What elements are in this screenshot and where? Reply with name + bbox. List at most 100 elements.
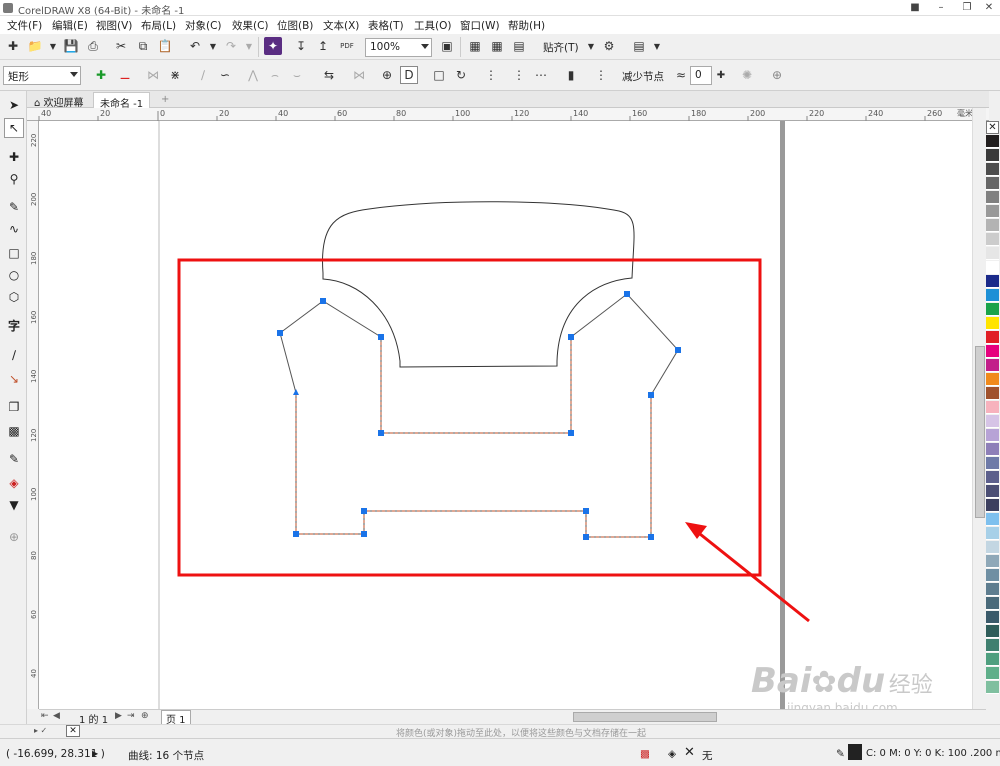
zoom-level-select[interactable]: 100% bbox=[365, 38, 432, 57]
menu-object[interactable]: 对象(C) bbox=[185, 18, 222, 33]
color-swatch[interactable] bbox=[986, 555, 999, 568]
menu-bitmaps[interactable]: 位图(B) bbox=[277, 18, 313, 33]
tab-welcome[interactable]: ⌂ 欢迎屏幕 bbox=[28, 92, 90, 109]
pick-tool-icon[interactable]: ➤ bbox=[4, 95, 24, 115]
color-swatch[interactable] bbox=[986, 219, 999, 232]
color-swatch[interactable] bbox=[986, 597, 999, 610]
vertical-scroll-thumb[interactable] bbox=[975, 346, 985, 518]
color-swatch[interactable] bbox=[986, 191, 999, 204]
color-swatch[interactable] bbox=[986, 513, 999, 526]
color-swatch[interactable] bbox=[986, 163, 999, 176]
align-nodes-icon[interactable]: ⋮ bbox=[482, 66, 500, 84]
reduce-nodes-button[interactable]: 减少节点 bbox=[622, 69, 664, 84]
break-curve-icon[interactable]: ⋇ bbox=[166, 66, 184, 84]
open-dropdown-icon[interactable]: ▼ bbox=[44, 37, 62, 55]
smart-fill-icon[interactable]: ▼ bbox=[4, 495, 24, 515]
color-swatch[interactable] bbox=[986, 485, 999, 498]
symmetrical-node-icon[interactable]: ⌣ bbox=[288, 66, 306, 84]
reverse-direction-icon[interactable]: ⇆ bbox=[320, 66, 338, 84]
color-swatch[interactable] bbox=[986, 681, 999, 694]
parallel-dimension-icon[interactable]: ∕ bbox=[4, 345, 24, 365]
node-handle[interactable] bbox=[277, 330, 283, 336]
menu-layout[interactable]: 布局(L) bbox=[141, 18, 176, 33]
new-document-icon[interactable]: ✚ bbox=[4, 37, 22, 55]
color-swatch[interactable] bbox=[986, 345, 999, 358]
minimize-button[interactable]: – bbox=[928, 0, 954, 16]
undo-icon[interactable]: ↶ bbox=[186, 37, 204, 55]
delete-node-icon[interactable]: ⚊ bbox=[116, 66, 134, 84]
fill-icon[interactable]: ◈ bbox=[668, 748, 676, 760]
menu-tools[interactable]: 工具(O) bbox=[414, 18, 451, 33]
color-swatch[interactable] bbox=[986, 415, 999, 428]
vertical-scrollbar[interactable] bbox=[972, 108, 986, 709]
menu-window[interactable]: 窗口(W) bbox=[460, 18, 500, 33]
print-icon[interactable]: ⎙ bbox=[84, 37, 102, 55]
join-nodes-icon[interactable]: ⋈ bbox=[144, 66, 162, 84]
add-node-icon[interactable]: ✚ bbox=[92, 66, 110, 84]
sofa-body-curve[interactable] bbox=[279, 293, 679, 538]
search-content-icon[interactable]: ✦ bbox=[264, 37, 282, 55]
color-swatch[interactable] bbox=[986, 443, 999, 456]
copy-icon[interactable]: ⧉ bbox=[134, 37, 152, 55]
ellipse-tool-icon[interactable]: ○ bbox=[4, 265, 24, 285]
horizontal-scroll-thumb[interactable] bbox=[573, 712, 717, 722]
node-handle[interactable] bbox=[361, 508, 367, 514]
interactive-fill-icon[interactable]: ◈ bbox=[4, 473, 24, 493]
artistic-media-icon[interactable]: ∿ bbox=[4, 219, 24, 239]
horizontal-ruler[interactable]: 40 20 0 20 40 60 80 100 120 140 160 180 … bbox=[27, 108, 989, 121]
shape-type-select[interactable]: 矩形 bbox=[3, 66, 81, 85]
smoothness-slider-icon[interactable]: ✚ bbox=[712, 66, 730, 84]
account-icon[interactable]: ■ bbox=[902, 0, 928, 16]
cusp-node-icon[interactable]: ⋀ bbox=[244, 66, 262, 84]
start-node-arrow[interactable] bbox=[293, 389, 299, 395]
save-icon[interactable]: 💾 bbox=[62, 37, 80, 55]
color-swatch[interactable] bbox=[986, 205, 999, 218]
color-swatch[interactable] bbox=[986, 317, 999, 330]
color-swatch[interactable] bbox=[986, 667, 999, 680]
transparency-icon[interactable]: ▩ bbox=[4, 421, 24, 441]
eyedropper-icon[interactable]: ✎ bbox=[4, 449, 24, 469]
close-curve-active-icon[interactable]: D bbox=[400, 66, 418, 84]
drawing-canvas[interactable]: Bai✿du 经验 jingyan.baidu.com bbox=[39, 121, 972, 709]
drop-shadow-icon[interactable]: ❐ bbox=[4, 397, 24, 417]
color-swatch[interactable] bbox=[986, 569, 999, 582]
smooth-node-icon[interactable]: ⌢ bbox=[266, 66, 284, 84]
color-swatch[interactable] bbox=[986, 625, 999, 638]
launcher-dropdown-icon[interactable]: ▼ bbox=[648, 37, 666, 55]
node-handle[interactable] bbox=[568, 430, 574, 436]
redo-icon[interactable]: ↷ bbox=[222, 37, 240, 55]
zoom-tool-icon[interactable]: ⚲ bbox=[4, 169, 24, 189]
status-expand-icon[interactable]: ▶ bbox=[92, 749, 98, 758]
no-color-swatch-small[interactable]: ✕ bbox=[66, 725, 80, 737]
color-swatch[interactable] bbox=[986, 429, 999, 442]
next-page-icon[interactable]: ▶ bbox=[115, 711, 122, 721]
to-curve-icon[interactable]: ∽ bbox=[216, 66, 234, 84]
outline-pen-icon[interactable]: ✎ bbox=[836, 748, 845, 760]
node-handle[interactable] bbox=[624, 291, 630, 297]
full-screen-icon[interactable]: ▣ bbox=[438, 37, 456, 55]
to-line-icon[interactable]: ∕ bbox=[194, 66, 212, 84]
corner-icon[interactable]: ✺ bbox=[738, 66, 756, 84]
menu-table[interactable]: 表格(T) bbox=[368, 18, 404, 33]
menu-help[interactable]: 帮助(H) bbox=[508, 18, 545, 33]
color-swatch[interactable] bbox=[986, 331, 999, 344]
color-swatch[interactable] bbox=[986, 261, 999, 274]
color-swatch[interactable] bbox=[986, 373, 999, 386]
shape-tool-icon[interactable]: ↖ bbox=[4, 118, 24, 138]
add-tool-icon[interactable]: ⊕ bbox=[4, 527, 24, 547]
export-icon[interactable]: ↥ bbox=[314, 37, 332, 55]
sofa-back-curve[interactable] bbox=[321, 201, 635, 368]
color-swatch[interactable] bbox=[986, 583, 999, 596]
stretch-nodes-icon[interactable]: □ bbox=[430, 66, 448, 84]
options-gear-icon[interactable]: ⚙ bbox=[600, 37, 618, 55]
color-swatch[interactable] bbox=[986, 471, 999, 484]
node-handle[interactable] bbox=[675, 347, 681, 353]
prev-page-icon[interactable]: ◀ bbox=[53, 711, 60, 721]
cut-icon[interactable]: ✂ bbox=[112, 37, 130, 55]
node-handle[interactable] bbox=[361, 531, 367, 537]
add-more-icon[interactable]: ⊕ bbox=[768, 66, 786, 84]
mirror-h-icon[interactable]: ⋮ bbox=[510, 66, 528, 84]
vertical-ruler[interactable]: 220 200 180 160 140 120 100 80 60 40 bbox=[27, 121, 39, 709]
paste-icon[interactable]: 📋 bbox=[156, 37, 174, 55]
node-handle[interactable] bbox=[583, 508, 589, 514]
